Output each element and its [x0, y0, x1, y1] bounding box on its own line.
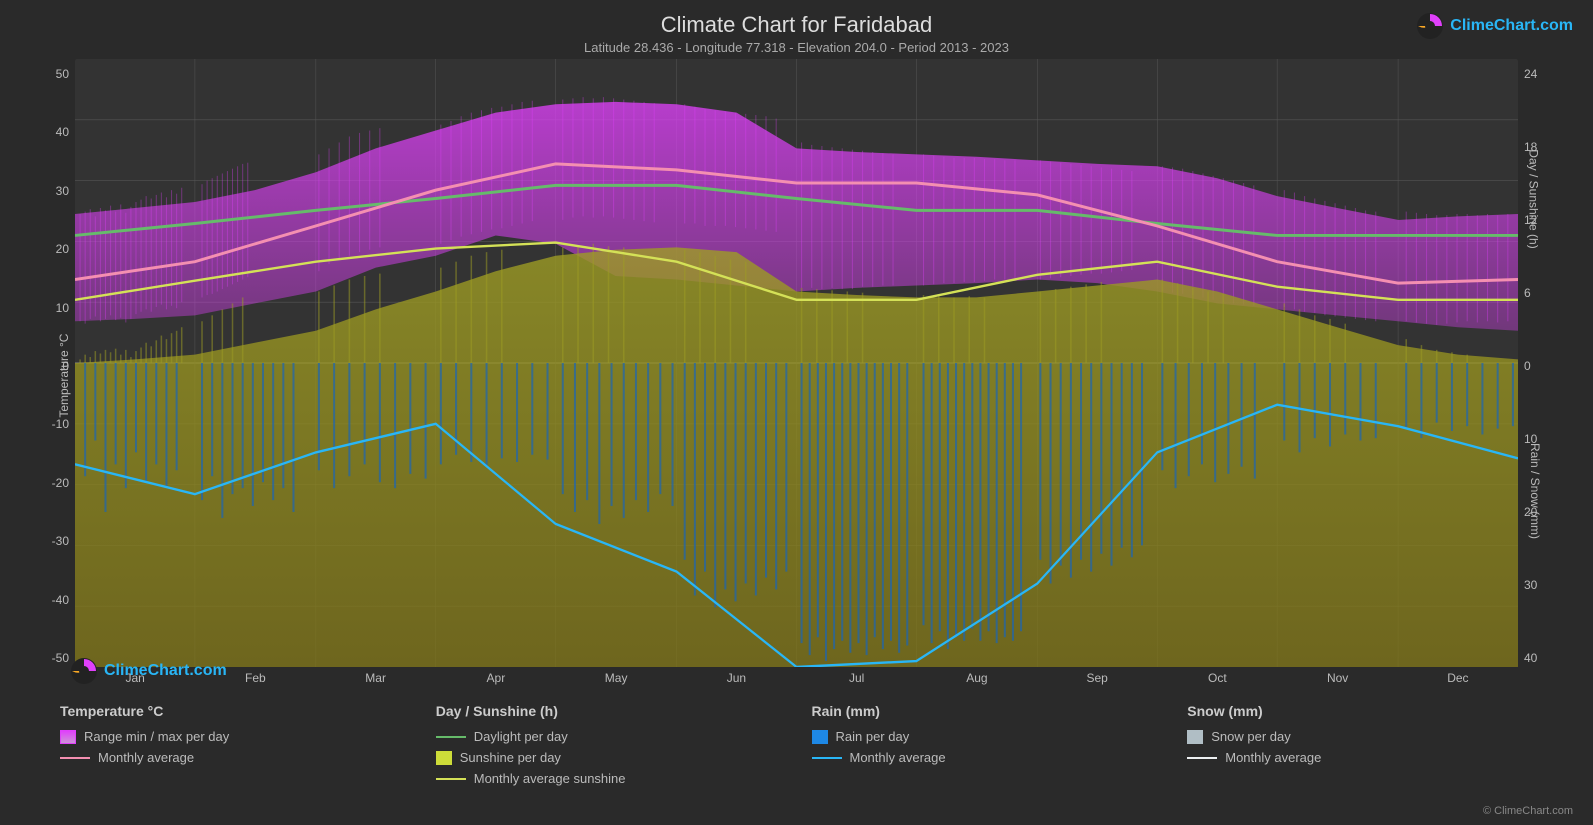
x-label-dec: Dec	[1398, 671, 1518, 695]
legend-item-temp-avg: Monthly average	[60, 750, 436, 765]
chart-title: Climate Chart for Faridabad	[0, 12, 1593, 38]
legend-column-temperature: Temperature °C Range min / max per day M…	[60, 703, 436, 817]
main-container: Climate Chart for Faridabad Latitude 28.…	[0, 0, 1593, 825]
x-label-mar: Mar	[316, 671, 436, 695]
legend-item-sunshine: Sunshine per day	[436, 750, 812, 765]
legend-title-sunshine: Day / Sunshine (h)	[436, 703, 812, 719]
x-label-jun: Jun	[676, 671, 796, 695]
chart-area: Temperature °C Day / Sunshine (h) Rain /…	[0, 59, 1593, 695]
legend-item-snow-avg: Monthly average	[1187, 750, 1563, 765]
legend-column-sunshine: Day / Sunshine (h) Daylight per day Suns…	[436, 703, 812, 817]
copyright-text: © ClimeChart.com	[1483, 805, 1573, 817]
legend-item-rain: Rain per day	[812, 729, 1188, 744]
watermark-text-top: ClimeChart.com	[1450, 17, 1573, 35]
legend-swatch-sunshine	[436, 751, 452, 765]
watermark-bottom: ClimeChart.com	[70, 657, 227, 685]
chart-subtitle: Latitude 28.436 - Longitude 77.318 - Ele…	[0, 40, 1593, 55]
climechart-icon-bottom	[70, 657, 98, 685]
legend-item-snow: Snow per day	[1187, 729, 1563, 744]
legend-item-temp-range: Range min / max per day	[60, 729, 436, 744]
watermark-text-bottom: ClimeChart.com	[104, 662, 227, 680]
legend-swatch-snow	[1187, 730, 1203, 744]
legend-title-snow: Snow (mm)	[1187, 703, 1563, 719]
x-label-oct: Oct	[1157, 671, 1277, 695]
legend-title-rain: Rain (mm)	[812, 703, 1188, 719]
legend-line-sunshine-avg	[436, 778, 466, 780]
legend-item-rain-avg: Monthly average	[812, 750, 1188, 765]
x-axis: Jan Feb Mar Apr May Jun Jul Aug Sep Oct …	[75, 667, 1518, 695]
legend-swatch-temp-range	[60, 730, 76, 744]
header: Climate Chart for Faridabad Latitude 28.…	[0, 0, 1593, 59]
legend-line-snow-avg	[1187, 757, 1217, 759]
legend-column-rain: Rain (mm) Rain per day Monthly average	[812, 703, 1188, 817]
watermark-top: ClimeChart.com	[1416, 12, 1573, 40]
legend-title-temperature: Temperature °C	[60, 703, 436, 719]
y-axis-title-right-top: Day / Sunshine (h)	[1526, 149, 1540, 248]
legend-line-temp-avg	[60, 757, 90, 759]
y-axis-title-right-bottom: Rain / Snow (mm)	[1528, 443, 1542, 539]
legend-area: Temperature °C Range min / max per day M…	[0, 695, 1593, 825]
x-label-may: May	[556, 671, 676, 695]
legend-line-rain-avg	[812, 757, 842, 759]
legend-column-snow: Snow (mm) Snow per day Monthly average	[1187, 703, 1563, 817]
chart-svg-container	[75, 59, 1518, 667]
legend-swatch-rain	[812, 730, 828, 744]
climechart-icon-top	[1416, 12, 1444, 40]
legend-item-sunshine-avg: Monthly average sunshine	[436, 771, 812, 786]
y-axis-title-left: Temperature °C	[57, 334, 71, 418]
x-label-jul: Jul	[797, 671, 917, 695]
x-label-aug: Aug	[917, 671, 1037, 695]
legend-line-daylight	[436, 736, 466, 738]
legend-item-daylight: Daylight per day	[436, 729, 812, 744]
x-label-sep: Sep	[1037, 671, 1157, 695]
climate-chart-svg	[75, 59, 1518, 667]
x-label-apr: Apr	[436, 671, 556, 695]
chart-wrapper: Jan Feb Mar Apr May Jun Jul Aug Sep Oct …	[75, 59, 1518, 695]
x-label-nov: Nov	[1278, 671, 1398, 695]
